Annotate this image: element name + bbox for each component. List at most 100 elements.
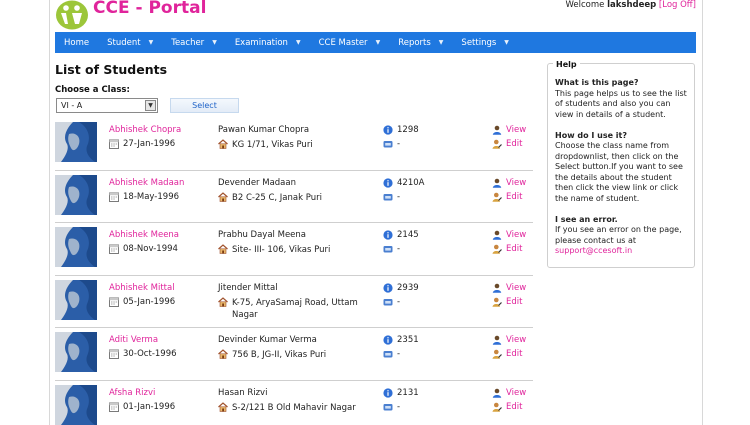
info-icon bbox=[383, 282, 393, 293]
student-dob: 18-May-1996 bbox=[109, 192, 179, 202]
edit-label: Edit bbox=[506, 296, 523, 307]
avatar bbox=[55, 279, 97, 320]
view-label: View bbox=[506, 125, 527, 135]
view-link[interactable]: View bbox=[492, 178, 526, 188]
class-select[interactable]: VI - A ▼ bbox=[56, 98, 158, 113]
admission-number: 2939 bbox=[383, 283, 419, 293]
info-icon bbox=[383, 230, 393, 240]
info-icon bbox=[383, 387, 393, 398]
address-value: B2 C-25 C, Janak Puri bbox=[232, 192, 322, 203]
student-name-link[interactable]: Abhishek Mittal bbox=[109, 283, 175, 293]
nav-item-cce-master[interactable]: CCE Master ▼ bbox=[310, 32, 390, 53]
dob-value: 05-Jan-1996 bbox=[123, 296, 176, 307]
list-item: Abhishek Chopra 27-Jan-1996 Pawan Kumar Ch… bbox=[55, 118, 533, 171]
help-legend: Help bbox=[553, 60, 580, 69]
address-value: 756 B, JG-II, Vikas Puri bbox=[232, 350, 327, 360]
caret-down-icon: ▼ bbox=[295, 39, 301, 46]
user-icon bbox=[492, 283, 502, 293]
admission-number: 2351 bbox=[383, 335, 419, 345]
student-phone: - bbox=[383, 402, 400, 412]
father-name: Prabhu Dayal Meena bbox=[218, 230, 306, 240]
caret-down-icon: ▼ bbox=[438, 39, 444, 46]
nav-item-examination[interactable]: Examination ▼ bbox=[226, 32, 310, 53]
view-link[interactable]: View bbox=[492, 230, 526, 240]
nav-item-settings[interactable]: Settings ▼ bbox=[452, 32, 518, 53]
view-label: View bbox=[506, 335, 527, 345]
home-icon bbox=[218, 191, 228, 202]
student-name-link[interactable]: Abhishek Madaan bbox=[109, 178, 184, 188]
edit-link[interactable]: Edit bbox=[492, 192, 522, 202]
admission-number: 1298 bbox=[383, 125, 419, 135]
home-icon bbox=[218, 296, 228, 307]
phone-value: - bbox=[397, 244, 401, 254]
student-phone: - bbox=[383, 297, 400, 307]
father-name: Devender Madaan bbox=[218, 177, 296, 188]
dob-value: 01-Jan-1996 bbox=[123, 401, 176, 412]
welcome-text: Welcome bbox=[565, 0, 605, 10]
view-link[interactable]: View bbox=[492, 125, 526, 135]
edit-link[interactable]: Edit bbox=[492, 297, 522, 307]
edit-user-icon bbox=[492, 349, 502, 359]
chevron-down-icon[interactable]: ▼ bbox=[145, 100, 156, 111]
edit-link[interactable]: Edit bbox=[492, 244, 522, 254]
student-dob: 30-Oct-1996 bbox=[109, 349, 177, 359]
phone-value: - bbox=[397, 401, 401, 412]
select-button[interactable]: Select bbox=[170, 98, 239, 113]
nav-item-label: Settings bbox=[461, 37, 497, 48]
help-q1: What is this page? bbox=[555, 78, 639, 87]
nav-item-student[interactable]: Student ▼ bbox=[98, 32, 162, 53]
view-label: View bbox=[506, 177, 527, 188]
help-q2: How do I use it? bbox=[555, 130, 628, 140]
help-q3: I see an error. bbox=[555, 214, 618, 224]
support-email-link[interactable]: support@ccesoft.in bbox=[555, 246, 687, 257]
caret-down-icon: ▼ bbox=[148, 39, 154, 46]
view-link[interactable]: View bbox=[492, 335, 526, 345]
nav-item-teacher[interactable]: Teacher ▼ bbox=[162, 32, 226, 53]
calendar-icon bbox=[109, 244, 119, 254]
help-a3: If you see an error on the page, please … bbox=[555, 225, 682, 245]
roll-value: 4210A bbox=[397, 177, 425, 188]
edit-link[interactable]: Edit bbox=[492, 139, 522, 149]
bracket-close: ] bbox=[692, 0, 696, 10]
edit-link[interactable]: Edit bbox=[492, 349, 522, 359]
student-list: Abhishek Chopra 27-Jan-1996 Pawan Kumar Ch… bbox=[55, 118, 533, 425]
father-name: Jitender Mittal bbox=[218, 282, 278, 293]
nav-item-label: Student bbox=[107, 37, 141, 48]
view-link[interactable]: View bbox=[492, 388, 526, 398]
nav-item-home[interactable]: Home bbox=[55, 32, 98, 53]
roll-value: 2145 bbox=[397, 230, 419, 240]
nav-item-reports[interactable]: Reports ▼ bbox=[389, 32, 452, 53]
class-label: Choose a Class: bbox=[55, 85, 130, 95]
calendar-icon bbox=[109, 297, 119, 307]
class-select-value: VI - A bbox=[61, 101, 83, 110]
dob-value: 30-Oct-1996 bbox=[123, 349, 177, 359]
list-item: Abhishek Meena 08-Nov-1994 Prabhu Dayal Me… bbox=[55, 223, 533, 276]
calendar-icon bbox=[109, 402, 119, 412]
student-dob: 05-Jan-1996 bbox=[109, 297, 175, 307]
student-address: K-75, AryaSamaj Road, Uttam Nagar bbox=[218, 296, 378, 321]
edit-label: Edit bbox=[506, 139, 523, 149]
student-name-link[interactable]: Afsha Rizvi bbox=[109, 388, 155, 398]
phone-value: - bbox=[397, 139, 401, 149]
edit-label: Edit bbox=[506, 349, 523, 359]
student-address: B2 C-25 C, Janak Puri bbox=[218, 191, 378, 204]
student-address: S-2/121 B Old Mahavir Nagar bbox=[218, 401, 378, 414]
student-name-link[interactable]: Aditi Verma bbox=[109, 335, 158, 345]
admission-number: 4210A bbox=[383, 178, 424, 188]
dob-value: 18-May-1996 bbox=[123, 191, 180, 202]
student-phone: - bbox=[383, 192, 400, 202]
edit-link[interactable]: Edit bbox=[492, 402, 522, 412]
view-label: View bbox=[506, 230, 527, 240]
username: lakshdeep bbox=[607, 0, 657, 10]
student-name-link[interactable]: Abhishek Chopra bbox=[109, 125, 181, 135]
home-icon bbox=[218, 139, 228, 149]
phone-value: - bbox=[397, 296, 401, 307]
logoff-link[interactable]: Log Off bbox=[662, 0, 692, 10]
phone-icon bbox=[383, 402, 393, 412]
phone-icon bbox=[383, 244, 393, 254]
address-value: S-2/121 B Old Mahavir Nagar bbox=[232, 402, 356, 413]
view-link[interactable]: View bbox=[492, 283, 526, 293]
student-name-link[interactable]: Abhishek Meena bbox=[109, 230, 179, 240]
user-icon bbox=[492, 178, 502, 188]
welcome-bar: Welcome lakshdeep [Log Off] bbox=[565, 0, 696, 10]
